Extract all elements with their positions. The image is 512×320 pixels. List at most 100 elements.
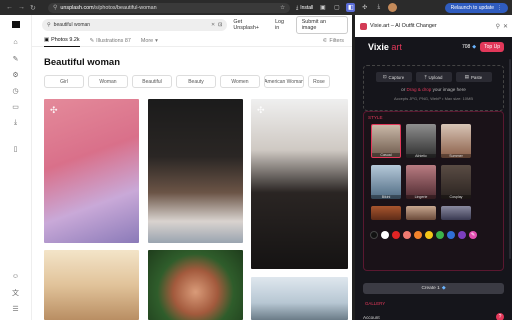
account-row[interactable]: Account ? [363, 312, 504, 320]
style-option-bikini[interactable]: Bikini [371, 165, 401, 199]
photo-card[interactable]: ✣ [251, 99, 348, 269]
home-icon[interactable]: ⌂ [10, 38, 22, 48]
submit-image-button[interactable]: Submit an image [295, 16, 349, 34]
extensions-puzzle-icon[interactable]: ✣ [360, 3, 369, 12]
site-info-icon[interactable]: ⚲ [53, 4, 57, 11]
bookmark-icon[interactable]: ▯ [10, 144, 22, 154]
style-option-casual[interactable]: Casual [371, 124, 401, 158]
vixie-logo: Vixie art [368, 42, 402, 52]
clock-icon[interactable]: ◷ [10, 86, 22, 96]
photo-card[interactable]: ✣ [44, 99, 139, 243]
profile-avatar[interactable] [388, 3, 398, 12]
paste-icon: ▤ [464, 74, 469, 79]
extension-icon-2[interactable]: ▢ [332, 3, 341, 12]
style-option-summer[interactable]: Summer [441, 124, 471, 158]
profile-icon[interactable]: ☺ [10, 272, 22, 282]
scrollbar[interactable] [509, 59, 511, 259]
get-plus-link[interactable]: Get Unsplash+ [233, 19, 269, 31]
create-button[interactable]: Create 1 ◆ [363, 283, 504, 294]
gem-icon: ◆ [472, 44, 477, 50]
style-panel: STYLE Casual Athletic Summer Bikini Ling… [363, 111, 504, 271]
chip-girl[interactable]: Girl [44, 75, 84, 88]
color-swatch-yellow[interactable] [425, 231, 433, 239]
chip-woman[interactable]: Woman [88, 75, 128, 88]
color-swatch-blue[interactable] [447, 231, 455, 239]
top-up-button[interactable]: Top Up [480, 42, 504, 52]
browser-toolbar: ← → ↻ ⚲ unsplash.com/s/photos/beautiful-… [0, 0, 512, 15]
capture-button[interactable]: ⊡ Capture [375, 72, 412, 82]
left-rail: ⌂ ✎ ⚙ ◷ ▭ ⤓ ▯ ☺ 文 ☰ [0, 15, 32, 320]
search-icon: ⚲ [47, 22, 51, 28]
close-icon[interactable]: ✕ [503, 23, 508, 30]
photo-icon: ▣ [44, 37, 50, 43]
visual-search-icon[interactable]: ⊡ [218, 22, 222, 28]
side-panel-icon[interactable]: ◧ [346, 3, 356, 12]
photo-card[interactable] [251, 277, 348, 320]
tab-more[interactable]: More ▾ [141, 35, 158, 47]
top-bar: ⚲ beautiful woman ✕ ⊡ Get Unsplash+ Log … [32, 15, 352, 35]
chip-american-woman[interactable]: American Woman [264, 75, 304, 88]
chip-women[interactable]: Women [220, 75, 260, 88]
reload-icon[interactable]: ↻ [30, 4, 36, 12]
style-option-lingerie[interactable]: Lingerie [406, 165, 436, 199]
filters-button[interactable]: ⚟ Filters [322, 35, 344, 47]
login-link[interactable]: Log in [275, 19, 290, 31]
color-swatch-black[interactable] [370, 231, 378, 239]
media-tabs: ▣ Photos 9.2k ✎ Illustrations 87 More ▾ ⚟ Fi… [32, 35, 352, 47]
color-swatch-red[interactable] [392, 231, 400, 239]
extension-icon-1[interactable]: ▣ [318, 3, 327, 12]
side-panel-header: Vixie.art – AI Outfit Changer ⚲ ✕ [355, 15, 512, 37]
unsplash-page: ⌂ ✎ ⚙ ◷ ▭ ⤓ ▯ ☺ 文 ☰ ⚲ beautiful woman ✕ … [0, 15, 352, 320]
chip-beauty[interactable]: Beauty [176, 75, 216, 88]
pin-icon[interactable]: ⚲ [496, 23, 500, 30]
unsplash-logo[interactable] [11, 21, 20, 28]
search-value: beautiful woman [53, 22, 91, 28]
relaunch-button[interactable]: Relaunch to update ⋮ [444, 2, 508, 13]
menu-icon[interactable]: ☰ [10, 304, 22, 314]
forward-icon[interactable]: → [18, 4, 25, 12]
style-option[interactable] [371, 206, 401, 220]
translate-icon[interactable]: 文 [10, 288, 22, 298]
chip-beautiful[interactable]: Beautiful [132, 75, 172, 88]
download-icon[interactable]: ⤓ [374, 3, 383, 12]
main-content: ⚲ beautiful woman ✕ ⊡ Get Unsplash+ Log … [32, 15, 352, 320]
upload-button[interactable]: ⤒ Upload [415, 72, 452, 82]
pen-icon[interactable]: ✎ [10, 54, 22, 64]
style-option[interactable] [406, 206, 436, 220]
style-section-title: STYLE [368, 115, 383, 120]
style-option-athletic[interactable]: Athletic [406, 124, 436, 158]
color-swatch-green[interactable] [436, 231, 444, 239]
search-input[interactable]: ⚲ beautiful woman ✕ ⊡ [42, 19, 228, 31]
url-text: unsplash.com/s/photos/beautiful-woman [60, 4, 157, 11]
color-picker-icon[interactable]: ✎ [469, 231, 477, 239]
color-swatch-coral[interactable] [403, 231, 411, 239]
style-option-cosplay[interactable]: Cosplay [441, 165, 471, 199]
clear-icon[interactable]: ✕ [211, 22, 215, 28]
photo-card[interactable] [148, 99, 243, 243]
side-panel-title: Vixie.art – AI Outfit Changer [370, 23, 437, 29]
accepted-formats: Accepts JPG, PNG, WebP • Max size: 10MB [393, 96, 474, 101]
side-panel: Vixie.art – AI Outfit Changer ⚲ ✕ Vixie … [355, 15, 512, 320]
vixie-app-icon [360, 22, 367, 30]
download-icon[interactable]: ⤓ [10, 118, 22, 128]
plus-sparkle-icon: ✣ [50, 105, 58, 115]
tab-illustrations[interactable]: ✎ Illustrations 87 [90, 35, 131, 47]
paste-button[interactable]: ▤ Paste [455, 72, 492, 82]
color-swatch-orange[interactable] [414, 231, 422, 239]
folder-icon[interactable]: ▭ [10, 102, 22, 112]
tab-photos[interactable]: ▣ Photos 9.2k [44, 35, 80, 47]
settings-icon[interactable]: ⚙ [10, 70, 22, 80]
color-swatch-purple[interactable] [458, 231, 466, 239]
back-icon[interactable]: ← [6, 4, 13, 12]
photo-card[interactable] [148, 250, 243, 320]
bookmark-star-icon[interactable]: ☆ [280, 5, 285, 11]
address-bar[interactable]: ⚲ unsplash.com/s/photos/beautiful-woman … [48, 2, 290, 13]
style-option[interactable] [441, 206, 471, 220]
photo-card[interactable] [44, 250, 139, 320]
upload-dropzone[interactable]: ⊡ Capture ⤒ Upload ▤ Paste or Drag & drop y… [363, 65, 504, 111]
chip-rose[interactable]: Rose [308, 75, 330, 88]
help-button[interactable]: ? [496, 313, 504, 320]
chevron-down-icon: ▾ [155, 37, 158, 44]
color-swatch-white[interactable] [381, 231, 389, 239]
install-button[interactable]: ⤓ Install [296, 5, 313, 11]
